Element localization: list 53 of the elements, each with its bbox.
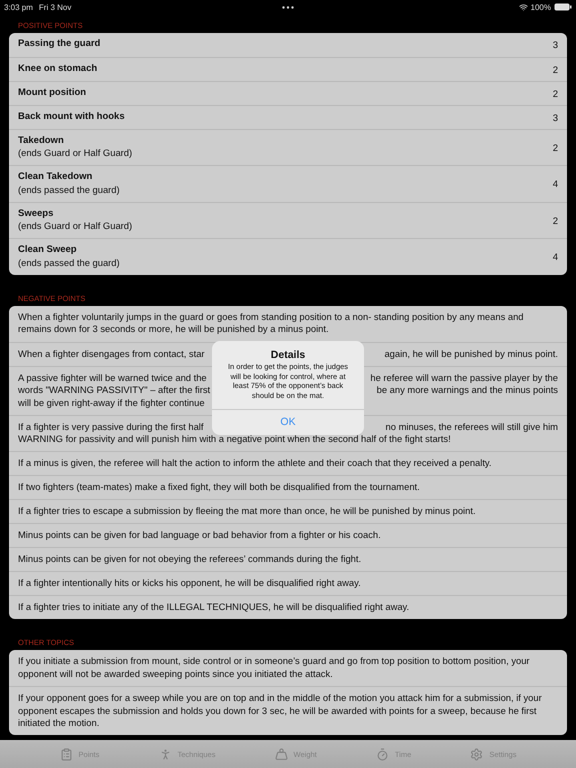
rule-note: (ends Guard or Half Guard)	[18, 220, 132, 232]
points-value: 3	[552, 40, 558, 52]
rule-name: Takedown	[18, 134, 65, 147]
rule-name: Clean Sweep	[18, 244, 78, 256]
rule-text: words "WARNING PASSIVITY" – after the first	[18, 384, 212, 396]
rule-note: (ends passed the guard)	[18, 256, 120, 269]
rule-name: Mount position	[18, 86, 86, 99]
settings-icon	[470, 748, 484, 760]
weight-icon	[274, 748, 288, 760]
rule-text: If two fighters (team-mates) make a fixed fight, they will both be disqualified from the tournament.	[18, 481, 420, 494]
rule-text: When a fighter voluntarily jumps in the guard or goes from standing position to a non- standing position by any means and remains down for 3 seconds or more, he will be punished by a minus point.	[18, 310, 525, 336]
points-value: 2	[552, 142, 558, 156]
rule-text: WARNING for passivity and will punish him with a negative point when the second half of the fight starts!	[18, 433, 452, 446]
status-date: Fri 3 Nov	[38, 2, 72, 12]
rule-note: (ends passed the guard)	[18, 184, 120, 196]
rule-text: again, he will be punished by minus point.	[384, 348, 558, 360]
rule-note: (ends Guard or Half Guard)	[18, 147, 132, 160]
rule-text: no minuses, the referees will still give him	[386, 420, 558, 433]
rule-text: If a fighter tries to escape a submission by fleeing the mat more than once, he will be punished by minus point.	[18, 505, 476, 518]
rule-name: Clean Takedown	[18, 171, 94, 184]
points-value: 2	[552, 64, 558, 77]
alert-title: Details	[270, 348, 306, 362]
points-value: 3	[552, 112, 558, 125]
rule-text: If a fighter is very passive during the first half	[18, 420, 204, 433]
rule-text: be any more warnings and the minus points	[376, 384, 558, 396]
rule-name: Knee on stomach	[18, 62, 98, 75]
rule-text: If a fighter tries to initiate any of the ILLEGAL TECHNIQUES, he will be disqualified right away.	[18, 601, 410, 614]
rule-text: Minus points can be given for bad language or bad behavior from a fighter or his coach.	[18, 529, 381, 542]
rule-text: he referee will warn the passive player by the	[370, 372, 558, 384]
figure-icon	[158, 748, 172, 760]
status-time: 3:03 pm	[4, 2, 33, 12]
points-value: 4	[552, 252, 558, 265]
rule-text: When a fighter disengages from contact, star	[18, 348, 206, 360]
clipboard-icon	[60, 748, 73, 760]
rule-text: If a minus is given, the referee will halt the action to inform the athlete and their coach that they received a penalty.	[18, 457, 492, 470]
rule-text: If your opponent goes for a sweep while you are on top and in the middle of the motion you attack him for a submission, if your opponent escapes the submission and holds you down for 3 sec, he will be awarded with points for a sweep, because he first initiated the motion.	[18, 692, 543, 730]
points-value: 2	[552, 216, 558, 228]
timer-icon	[376, 748, 389, 760]
battery-percent: 100%	[530, 2, 551, 12]
rule-text: If you initiate a submission from mount, side control or in someone’s guard and go from top position to bottom position, your opponent will not be awarded sweeping points since you initiated the attack.	[18, 655, 531, 680]
wifi-icon	[518, 2, 528, 12]
ok-button[interactable]: OK	[212, 409, 364, 435]
points-value: 2	[552, 88, 558, 101]
rule-text: Minus points can be given for not obeying the referees’ commands during the fight.	[18, 553, 362, 566]
rule-text: A passive fighter will be warned twice and the	[18, 372, 208, 384]
rule-name: Passing the guard	[18, 38, 100, 50]
dots-icon	[282, 6, 294, 8]
points-value: 4	[552, 179, 558, 192]
rule-text: If a fighter intentionally hits or kicks his opponent, he will be disqualified right away.	[18, 577, 361, 590]
rule-text: will be given right-away if the fighter continue	[18, 396, 206, 409]
battery-icon	[554, 3, 572, 11]
rule-name: Sweeps	[18, 208, 54, 220]
rule-name: Back mount with hooks	[18, 110, 125, 123]
